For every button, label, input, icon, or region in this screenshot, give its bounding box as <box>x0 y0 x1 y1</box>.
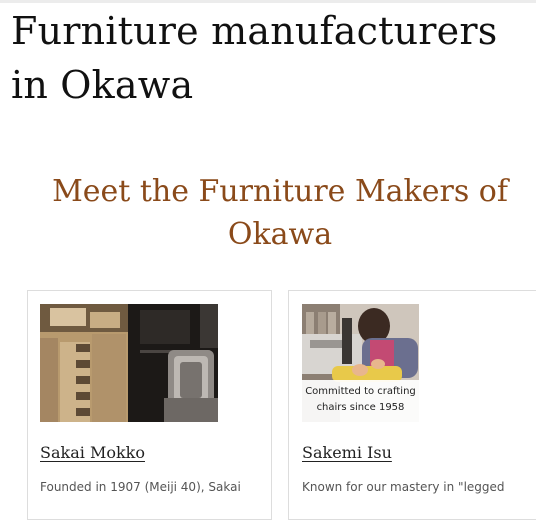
maker-description: Founded in 1907 (Meiji 40), Sakai <box>40 480 241 494</box>
maker-description: Known for our mastery in "legged <box>302 480 505 494</box>
maker-card-sakai-mokko[interactable]: Sakai Mokko Founded in 1907 (Meiji 40), … <box>27 290 272 520</box>
top-divider <box>0 0 536 3</box>
wood-joinery-photo <box>40 304 218 422</box>
maker-name-link[interactable]: Sakai Mokko <box>40 443 145 462</box>
maker-photo-sakemi-isu[interactable]: Committed to crafting chairs since 1958 <box>302 304 419 422</box>
section-title: Meet the Furniture Makers of Okawa <box>52 174 508 252</box>
photo-caption-line-2: chairs since 1958 <box>316 402 405 413</box>
page-title: Furniture manufacturers in Okawa <box>11 9 498 107</box>
maker-card-sakemi-isu[interactable]: Committed to crafting chairs since 1958 … <box>288 290 536 520</box>
photo-caption-line-1: Committed to crafting <box>305 386 416 397</box>
maker-name-link[interactable]: Sakemi Isu <box>302 443 392 462</box>
maker-photo-sakai-mokko[interactable] <box>40 304 218 422</box>
